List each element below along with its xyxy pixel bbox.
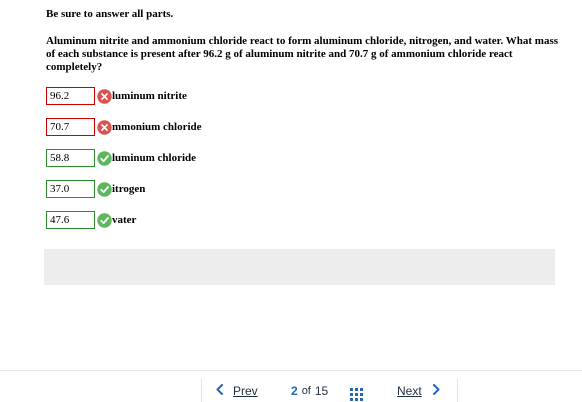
answer-row-water: vater	[46, 211, 136, 229]
answer-input-aluminum-nitrite[interactable]	[46, 87, 95, 105]
feedback-panel	[44, 249, 555, 285]
answer-label: vater	[112, 214, 137, 226]
page-of-text: of	[301, 385, 311, 397]
answer-row-aluminum-chloride: luminum chloride	[46, 149, 196, 167]
x-circle-icon	[97, 119, 112, 135]
answer-label: itrogen	[112, 183, 146, 195]
check-circle-icon	[97, 150, 112, 166]
answer-row-ammonium-chloride: mmonium chloride	[46, 118, 202, 136]
answer-input-aluminum-chloride[interactable]	[46, 149, 95, 167]
prev-button[interactable]: Prev	[215, 383, 258, 398]
answer-label: luminum nitrite	[112, 90, 187, 102]
chevron-left-icon	[215, 383, 224, 398]
answer-row-aluminum-nitrite: luminum nitrite	[46, 87, 187, 105]
answer-input-ammonium-chloride[interactable]	[46, 118, 95, 136]
footer-divider	[0, 370, 582, 371]
question-text: Aluminum nitrite and ammonium chloride r…	[46, 35, 559, 73]
instructions-text: Be sure to answer all parts.	[46, 8, 174, 20]
chevron-right-icon	[432, 383, 441, 398]
nav-divider	[201, 378, 202, 402]
page-indicator: 2 of 15	[291, 384, 328, 398]
nav-divider	[457, 378, 458, 402]
grid-icon[interactable]	[350, 388, 363, 401]
check-circle-icon	[97, 181, 112, 197]
check-circle-icon	[97, 212, 112, 228]
answer-input-water[interactable]	[46, 211, 95, 229]
prev-label: Prev	[233, 383, 258, 398]
next-button[interactable]: Next	[397, 383, 441, 398]
answer-label: luminum chloride	[112, 152, 197, 164]
current-page: 2	[291, 384, 298, 398]
answer-row-nitrogen: itrogen	[46, 180, 145, 198]
answer-label: mmonium chloride	[112, 121, 202, 133]
answer-input-nitrogen[interactable]	[46, 180, 95, 198]
next-label: Next	[397, 383, 422, 398]
total-pages: 15	[314, 384, 329, 398]
x-circle-icon	[97, 88, 112, 104]
